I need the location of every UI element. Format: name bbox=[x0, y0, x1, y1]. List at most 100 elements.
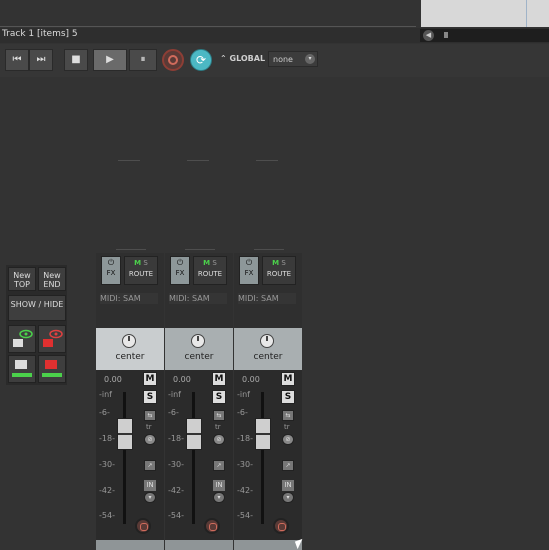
tr-label: tr bbox=[284, 423, 290, 431]
midi-input-select[interactable]: MIDI: SAM bbox=[100, 293, 158, 304]
new-track-end-button[interactable]: New END bbox=[38, 267, 66, 291]
folder-collapse-icon[interactable] bbox=[38, 355, 66, 383]
fx-bypass-icon[interactable]: ⊘ bbox=[282, 434, 294, 445]
phase-icon[interactable]: ⇆ bbox=[282, 410, 294, 421]
mixer-strip[interactable]: center 0.00 -inf -6- -18- -30- -42- -54-… bbox=[165, 328, 233, 550]
mouse-cursor-icon bbox=[294, 538, 306, 550]
strip-footer bbox=[234, 540, 302, 550]
s-indicator: S bbox=[143, 259, 148, 267]
route-button[interactable]: M S ROUTE bbox=[124, 256, 158, 285]
show-hide-button[interactable]: SHOW / HIDE bbox=[8, 295, 66, 321]
meter-area: 0.00 -inf -6- -18- -30- -42- -54- M S ⇆ … bbox=[165, 370, 233, 540]
phase-icon[interactable]: ⇆ bbox=[144, 410, 156, 421]
folder-expand-icon[interactable] bbox=[8, 355, 36, 383]
input-monitor-button[interactable]: IN bbox=[282, 480, 294, 491]
pan-value: center bbox=[253, 352, 283, 362]
solo-button[interactable]: S bbox=[281, 390, 295, 404]
strip-footer bbox=[96, 540, 164, 550]
stop-button[interactable]: ■ bbox=[64, 49, 88, 71]
automation-mode-label: ⌃ GLOBAL bbox=[220, 54, 266, 63]
mixer-strip[interactable]: center 0.00 -inf -6- -18- -30- -42- -54-… bbox=[96, 328, 164, 550]
volume-fader[interactable] bbox=[186, 418, 202, 450]
volume-readout: 0.00 bbox=[104, 375, 122, 384]
track-name-placeholder bbox=[256, 160, 278, 161]
envelope-icon[interactable]: ↗ bbox=[144, 460, 156, 471]
horizontal-scrollbar[interactable] bbox=[420, 29, 549, 42]
record-arm-button[interactable] bbox=[135, 518, 151, 534]
pause-button[interactable]: ⏸ bbox=[129, 49, 157, 71]
playhead-marker bbox=[526, 0, 527, 27]
power-icon: ⏻ bbox=[107, 258, 115, 267]
track-3-fx-area: ⏻ FX M S ROUTE MIDI: SAM bbox=[234, 253, 302, 328]
midi-input-select[interactable]: MIDI: SAM bbox=[238, 293, 296, 304]
input-monitor-button[interactable]: IN bbox=[213, 480, 225, 491]
power-icon: ⏻ bbox=[176, 258, 184, 267]
scroll-left-icon[interactable]: ◀ bbox=[423, 30, 434, 41]
mute-button[interactable]: M bbox=[212, 372, 226, 386]
envelope-icon[interactable]: ↗ bbox=[213, 460, 225, 471]
mute-button[interactable]: M bbox=[143, 372, 157, 386]
folder-hide-icon[interactable] bbox=[38, 325, 66, 353]
volume-fader[interactable] bbox=[117, 418, 133, 450]
fx-bypass-icon[interactable]: ⊘ bbox=[144, 434, 156, 445]
ms-indicator: M S bbox=[125, 257, 157, 270]
automation-mode-value: none bbox=[273, 55, 293, 64]
fx-bypass-icon[interactable]: ⊘ bbox=[213, 434, 225, 445]
scroll-thumb[interactable] bbox=[444, 32, 448, 38]
m-indicator: M bbox=[203, 259, 211, 267]
fader-track bbox=[192, 392, 195, 524]
mute-button[interactable]: M bbox=[281, 372, 295, 386]
loop-icon[interactable]: ⟳ bbox=[190, 49, 212, 71]
go-to-start-button[interactable]: ⏮ bbox=[5, 49, 29, 71]
track-divider bbox=[116, 249, 146, 250]
phase-icon[interactable]: ⇆ bbox=[213, 410, 225, 421]
chevron-down-icon[interactable]: ▾ bbox=[213, 492, 225, 503]
fader-track bbox=[123, 392, 126, 524]
mixer-strip[interactable]: center 0.00 -inf -6- -18- -30- -42- -54-… bbox=[234, 328, 302, 550]
track-name-placeholder bbox=[118, 160, 140, 161]
go-to-end-button[interactable]: ⏭ bbox=[29, 49, 53, 71]
solo-button[interactable]: S bbox=[143, 390, 157, 404]
input-monitor-button[interactable]: IN bbox=[144, 480, 156, 491]
route-button[interactable]: M S ROUTE bbox=[193, 256, 227, 285]
fader-track bbox=[261, 392, 264, 524]
pan-knob[interactable] bbox=[191, 334, 205, 348]
play-button[interactable]: ▶ bbox=[93, 49, 127, 71]
envelope-icon[interactable]: ↗ bbox=[282, 460, 294, 471]
chevron-down-icon[interactable]: ▾ bbox=[144, 492, 156, 503]
solo-button[interactable]: S bbox=[212, 390, 226, 404]
meter-tick: -54- bbox=[168, 511, 184, 520]
pan-knob[interactable] bbox=[260, 334, 274, 348]
fx-button[interactable]: ⏻ FX bbox=[101, 256, 121, 285]
meter-tick: -6- bbox=[99, 408, 110, 417]
chevron-down-icon[interactable]: ▾ bbox=[282, 492, 294, 503]
new-track-top-button[interactable]: New TOP bbox=[8, 267, 36, 291]
meter-tick: -inf bbox=[168, 390, 181, 399]
record-arm-button[interactable] bbox=[204, 518, 220, 534]
meter-tick: -18- bbox=[237, 434, 253, 443]
meter-tick: -inf bbox=[99, 390, 112, 399]
overview-thumbnail[interactable] bbox=[421, 0, 549, 27]
record-button[interactable] bbox=[162, 49, 184, 71]
fx-button[interactable]: ⏻ FX bbox=[239, 256, 259, 285]
fx-label: FX bbox=[175, 269, 185, 277]
track-divider bbox=[185, 249, 215, 250]
meter-tick: -6- bbox=[168, 408, 179, 417]
track-divider bbox=[254, 249, 284, 250]
volume-fader[interactable] bbox=[255, 418, 271, 450]
meter-tick: -54- bbox=[99, 511, 115, 520]
midi-input-select[interactable]: MIDI: SAM bbox=[169, 293, 227, 304]
divider bbox=[0, 26, 416, 27]
route-button[interactable]: M S ROUTE bbox=[262, 256, 296, 285]
folder-show-icon[interactable] bbox=[8, 325, 36, 353]
fx-button[interactable]: ⏻ FX bbox=[170, 256, 190, 285]
meter-tick: -30- bbox=[99, 460, 115, 469]
pan-value: center bbox=[184, 352, 214, 362]
pan-knob[interactable] bbox=[122, 334, 136, 348]
tr-label: tr bbox=[146, 423, 152, 431]
record-arm-button[interactable] bbox=[273, 518, 289, 534]
meter-tick: -42- bbox=[168, 486, 184, 495]
pan-value: center bbox=[115, 352, 145, 362]
s-indicator: S bbox=[212, 259, 217, 267]
automation-mode-select[interactable]: none ▾ bbox=[268, 51, 318, 67]
